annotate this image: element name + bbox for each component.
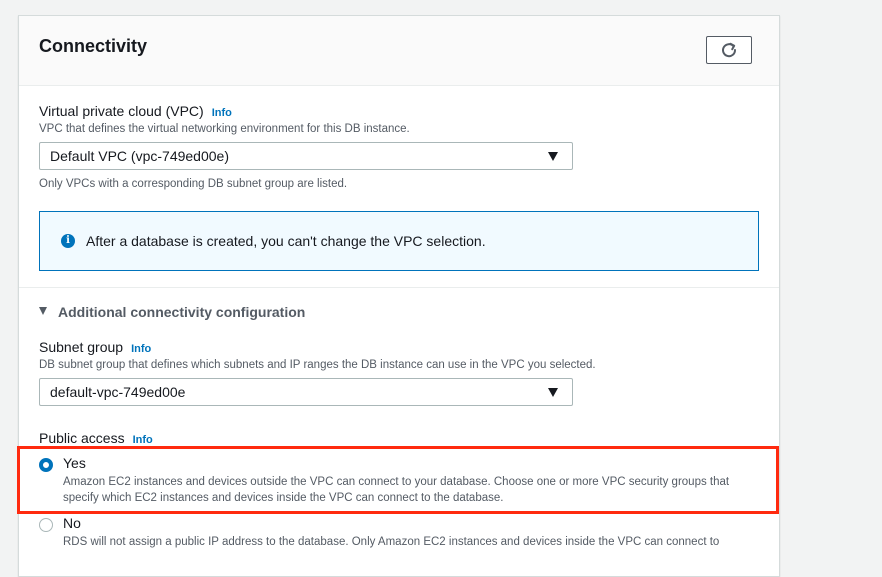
panel-header: Connectivity (19, 16, 779, 86)
caret-down-icon (548, 388, 558, 397)
public-access-label-text: Public access (39, 430, 125, 446)
yes-description-line: specify which EC2 instances and devices … (63, 492, 504, 504)
additional-connectivity-label: Additional connectivity configuration (58, 304, 306, 320)
panel-title: Connectivity (39, 36, 148, 56)
vpc-hint: Only VPCs with a corresponding DB subnet… (39, 178, 348, 190)
refresh-button[interactable] (706, 36, 752, 64)
section-divider (19, 287, 779, 288)
subnet-group-select[interactable]: default-vpc-749ed00e (39, 378, 573, 406)
public-access-no-label[interactable]: No (63, 515, 81, 531)
info-circle-icon: i (61, 234, 75, 248)
subnet-group-description: DB subnet group that defines which subne… (39, 359, 596, 371)
public-access-no-description: RDS will not assign a public IP address … (63, 534, 719, 550)
alert-text: After a database is created, you can't c… (86, 233, 486, 249)
subnet-group-label-text: Subnet group (39, 339, 124, 355)
no-description-line: RDS will not assign a public IP address … (63, 536, 720, 548)
vpc-info-alert: i After a database is created, you can't… (39, 211, 759, 271)
public-access-no-radio[interactable] (39, 518, 53, 532)
public-access-yes-description: Amazon EC2 instances and devices outside… (63, 474, 729, 506)
vpc-label: Virtual private cloud (VPC) Info (39, 103, 232, 119)
public-access-label: Public access Info (39, 430, 153, 446)
subnet-group-label: Subnet group Info (39, 339, 151, 355)
vpc-label-text: Virtual private cloud (VPC) (39, 103, 204, 119)
vpc-description: VPC that defines the virtual networking … (39, 123, 410, 135)
subnet-select-value: default-vpc-749ed00e (50, 384, 186, 400)
caret-down-icon (39, 307, 47, 316)
yes-description-line: Amazon EC2 instances and devices outside… (63, 476, 730, 488)
subnet-info-link[interactable]: Info (131, 343, 151, 355)
connectivity-panel: Connectivity Virtual private cloud (VPC)… (18, 15, 780, 577)
public-access-info-link[interactable]: Info (133, 434, 153, 446)
additional-connectivity-toggle[interactable]: Additional connectivity configuration (39, 304, 305, 320)
refresh-icon (722, 42, 737, 58)
public-access-yes-label[interactable]: Yes (63, 455, 86, 471)
caret-down-icon (548, 152, 558, 161)
public-access-yes-radio[interactable] (39, 458, 53, 472)
vpc-select-value: Default VPC (vpc-749ed00e) (50, 148, 229, 164)
vpc-info-link[interactable]: Info (212, 107, 232, 119)
vpc-select[interactable]: Default VPC (vpc-749ed00e) (39, 142, 573, 170)
